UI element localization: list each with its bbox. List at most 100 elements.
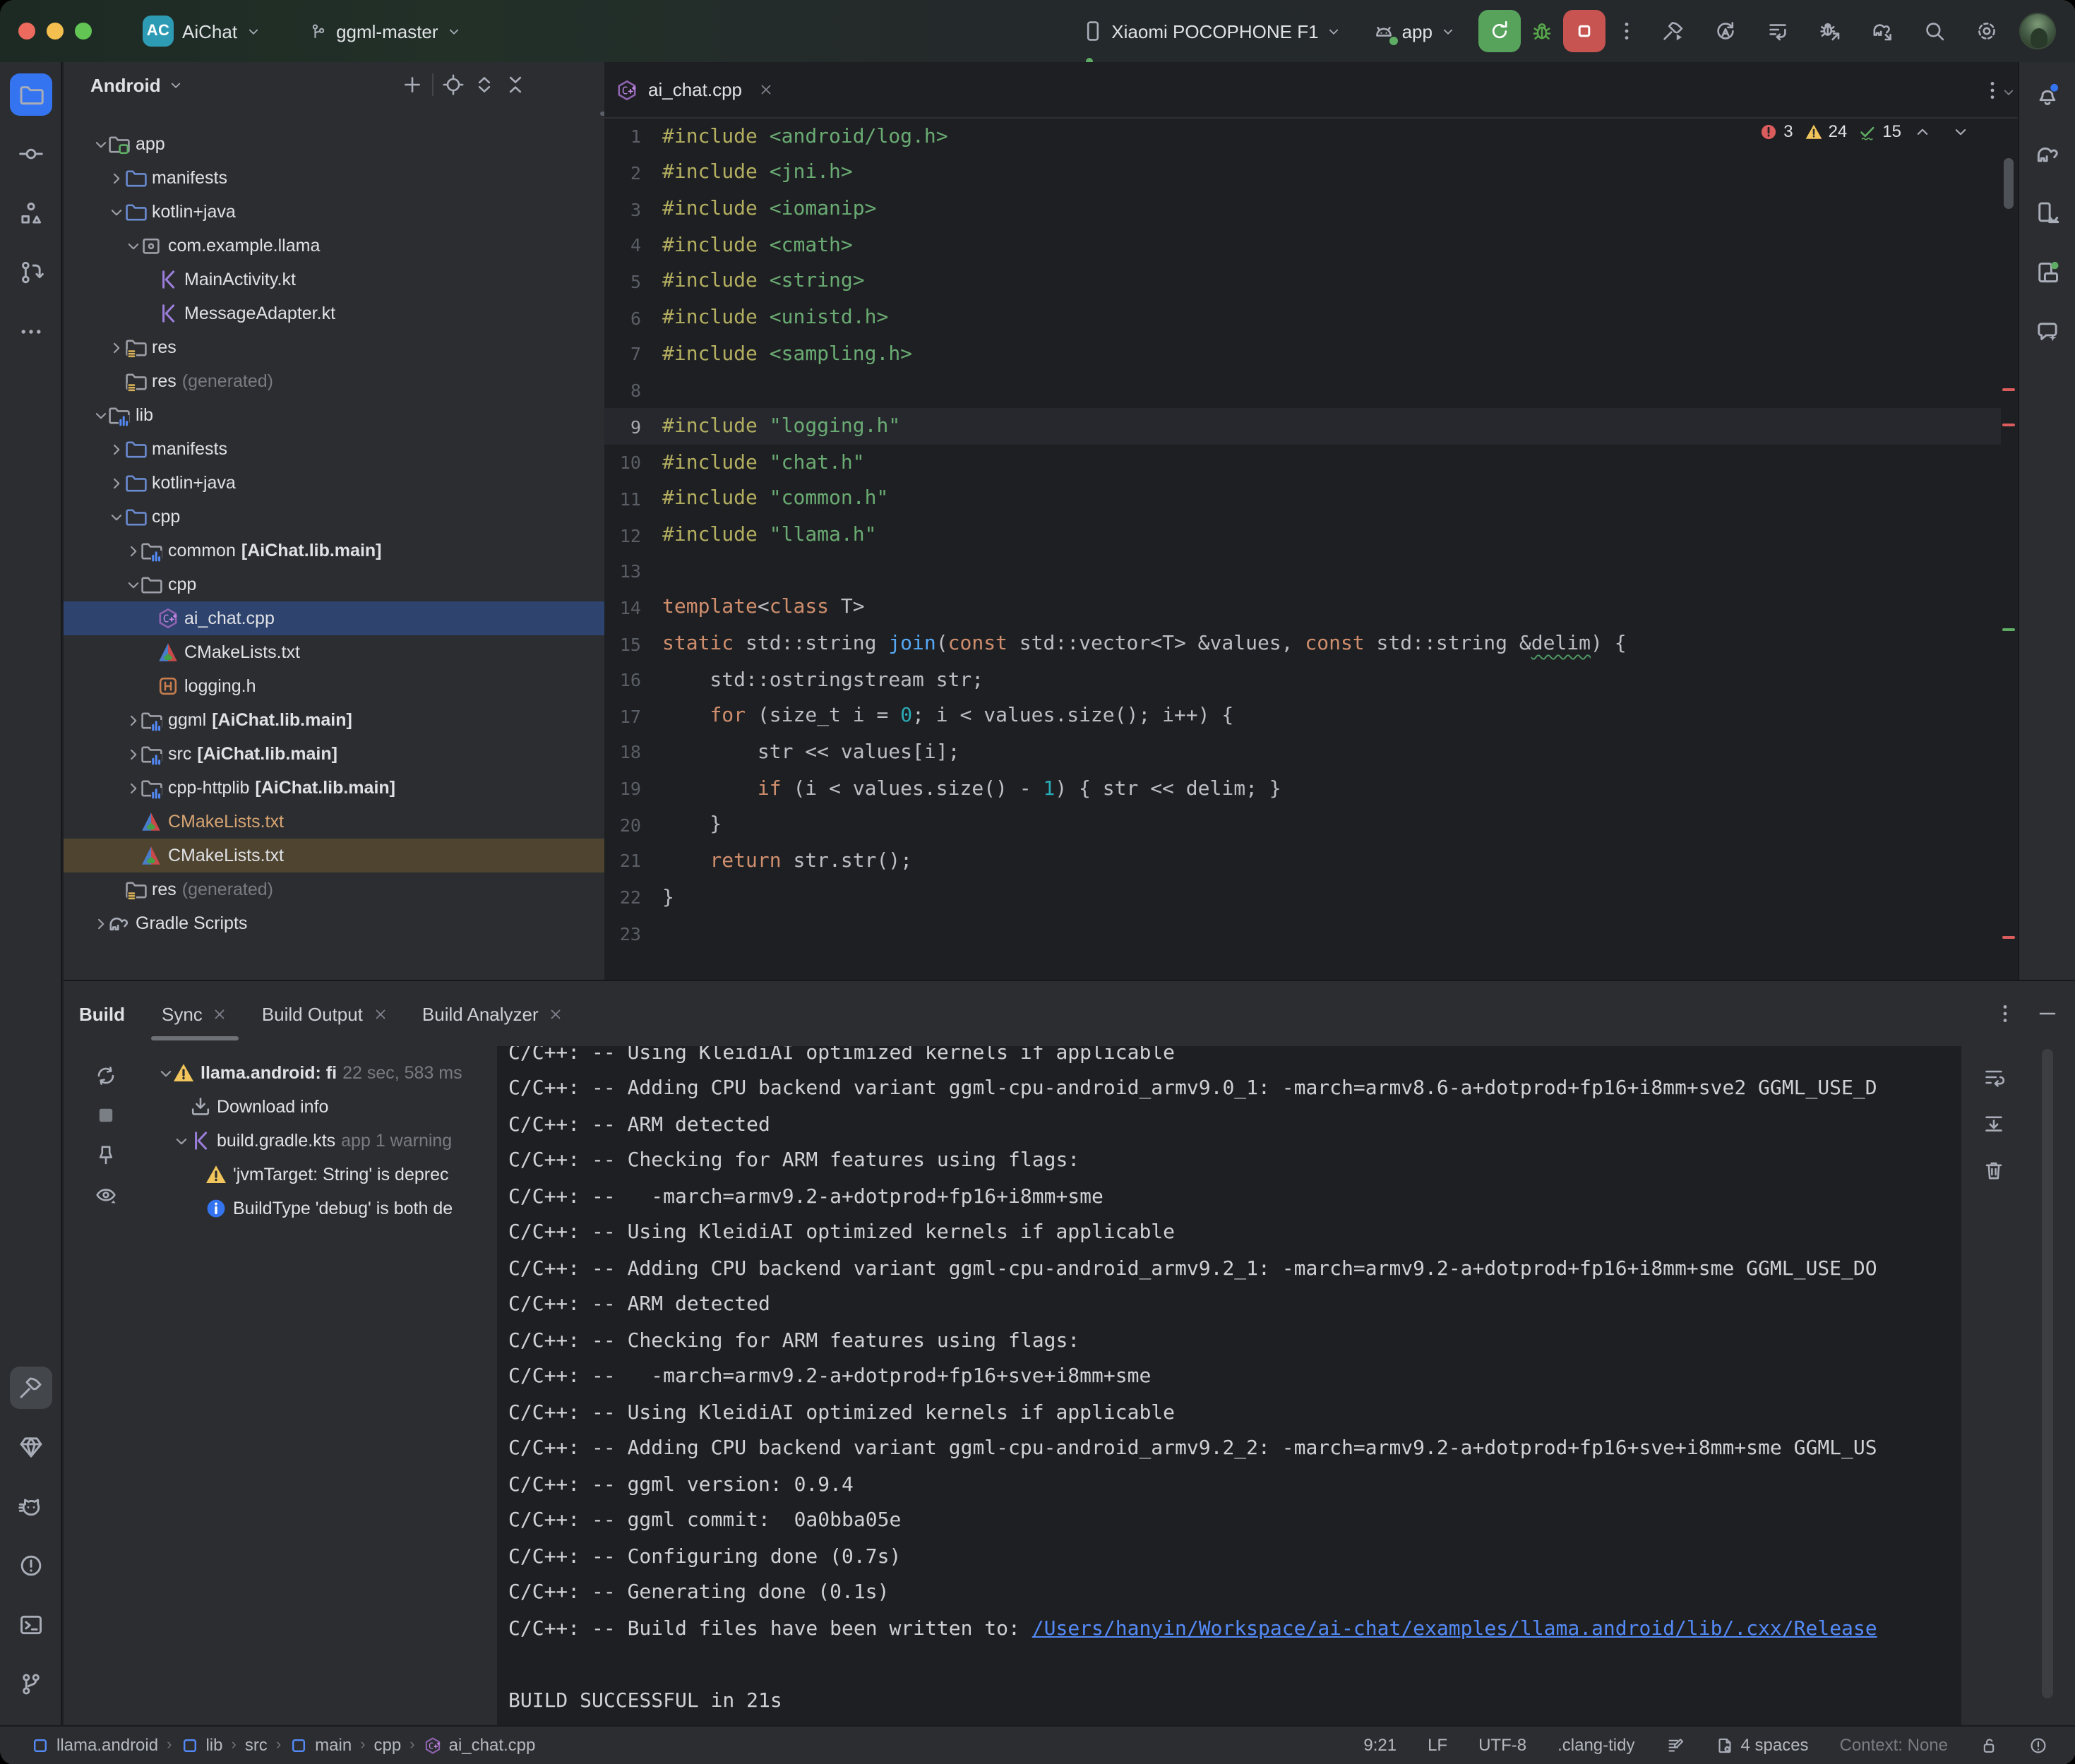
status-item--clang-tidy[interactable]: .clang-tidy bbox=[1549, 1727, 1643, 1764]
pin-icon[interactable] bbox=[88, 1136, 124, 1173]
tree-row[interactable]: res (generated) bbox=[64, 364, 604, 398]
close-tab-icon[interactable] bbox=[373, 1006, 388, 1021]
soft-wrap-icon[interactable] bbox=[1976, 1060, 2010, 1094]
tree-row[interactable]: src [AiChat.lib.main] bbox=[64, 737, 604, 771]
tree-row[interactable]: res (generated) bbox=[64, 872, 604, 906]
error-stripe-mark[interactable] bbox=[2002, 936, 2014, 939]
tree-row[interactable]: cpp-httplib [AiChat.lib.main] bbox=[64, 771, 604, 805]
preview-eye-icon[interactable] bbox=[88, 1176, 124, 1213]
editor-tab-ai-chat-cpp[interactable]: C ai_chat.cpp bbox=[604, 61, 787, 118]
project-view-selector[interactable]: Android bbox=[90, 74, 161, 95]
attach-debugger-icon[interactable] bbox=[1804, 10, 1856, 52]
build-tab-sync[interactable]: Sync bbox=[145, 981, 245, 1046]
stripe-chevron-icon[interactable] bbox=[2000, 85, 2016, 100]
tree-row[interactable]: 'jvmTarget: String' is deprec bbox=[148, 1158, 497, 1192]
maximize-window-button[interactable] bbox=[75, 23, 92, 40]
breadcrumb-item[interactable]: lib bbox=[180, 1736, 222, 1756]
tree-row[interactable]: MessageAdapter.kt bbox=[64, 296, 604, 330]
run-configuration-selector[interactable]: app bbox=[1373, 20, 1455, 42]
tool-stripe-terminal[interactable] bbox=[9, 1604, 52, 1646]
editor-error-stripe[interactable] bbox=[2000, 119, 2017, 980]
tree-row[interactable]: kotlin+java bbox=[64, 466, 604, 500]
build-output-path-link[interactable]: /Users/hanyin/Workspace/ai-chat/examples… bbox=[1032, 1618, 1877, 1640]
console-scrollbar-thumb[interactable] bbox=[2041, 1049, 2052, 1698]
tree-row[interactable]: logging.h bbox=[64, 669, 604, 703]
tree-row[interactable]: CMakeLists.txt bbox=[64, 805, 604, 839]
tree-row[interactable]: common [AiChat.lib.main] bbox=[64, 534, 604, 568]
tree-row[interactable]: BuildType 'debug' is both de bbox=[148, 1192, 497, 1225]
status-item[interactable] bbox=[2020, 1727, 2055, 1764]
run-more-actions[interactable] bbox=[1605, 10, 1647, 52]
tool-stripe-pull-requests[interactable] bbox=[9, 251, 52, 294]
rerun-button[interactable] bbox=[1478, 10, 1520, 52]
build-tab-build-analyzer[interactable]: Build Analyzer bbox=[405, 981, 581, 1046]
clear-trash-icon[interactable] bbox=[1976, 1153, 2010, 1187]
close-tab-icon[interactable] bbox=[549, 1006, 564, 1021]
tree-row[interactable]: Cai_chat.cpp bbox=[64, 601, 604, 635]
tool-stripe-build-hammer[interactable] bbox=[9, 1367, 52, 1409]
tool-stripe-problems[interactable] bbox=[9, 1544, 52, 1587]
status-item[interactable] bbox=[1658, 1727, 1693, 1764]
collapse-all-icon[interactable] bbox=[499, 69, 530, 100]
add-plus-icon[interactable] bbox=[396, 69, 427, 100]
build-options-kebab-icon[interactable] bbox=[1993, 1002, 2016, 1025]
status-item-context-none[interactable]: Context: None bbox=[1831, 1727, 1956, 1764]
close-tab-icon[interactable] bbox=[758, 82, 773, 97]
tree-row[interactable]: Gradle Scripts bbox=[64, 906, 604, 940]
tree-row[interactable]: CMakeLists.txt bbox=[64, 839, 604, 872]
tool-stripe-quality-gem[interactable] bbox=[9, 1426, 52, 1468]
tool-stripe-project-folder[interactable] bbox=[9, 73, 52, 116]
breadcrumb-item[interactable]: cpp bbox=[374, 1736, 402, 1756]
error-stripe-mark[interactable] bbox=[2002, 388, 2014, 391]
tree-row[interactable]: Download info bbox=[148, 1090, 497, 1124]
gradle-sync-icon[interactable] bbox=[1856, 10, 1908, 52]
tree-row[interactable]: CMakeLists.txt bbox=[64, 635, 604, 669]
code-editor[interactable]: 1#include <android/log.h>2#include <jni.… bbox=[604, 119, 2000, 980]
breadcrumb-item[interactable]: llama.android bbox=[31, 1736, 158, 1756]
tree-row[interactable]: build.gradle.kts app 1 warning bbox=[148, 1124, 497, 1158]
error-stripe-mark[interactable] bbox=[2002, 424, 2014, 426]
prev-problem-icon[interactable] bbox=[1913, 122, 1931, 140]
error-stripe-mark[interactable] bbox=[2002, 628, 2014, 631]
tool-stripe-more-horizontal[interactable] bbox=[9, 311, 52, 353]
tool-stripe-device-manager[interactable] bbox=[2026, 192, 2068, 234]
hide-minus-icon[interactable] bbox=[561, 69, 592, 100]
tool-stripe-commit[interactable] bbox=[9, 133, 52, 175]
tree-row[interactable]: com.example.llama bbox=[64, 229, 604, 263]
tree-row[interactable]: manifests bbox=[64, 432, 604, 466]
status-item-lf[interactable]: LF bbox=[1419, 1727, 1456, 1764]
tree-row[interactable]: app bbox=[64, 127, 604, 161]
tool-stripe-logcat-cat[interactable] bbox=[9, 1485, 52, 1528]
close-window-button[interactable] bbox=[18, 23, 35, 40]
build-console[interactable]: C/C++: -- Using KleidiAI optimized kerne… bbox=[497, 1046, 1961, 1725]
settings-gear-icon[interactable] bbox=[1961, 10, 2013, 52]
user-avatar[interactable] bbox=[2019, 13, 2055, 49]
project-selector[interactable]: AC AiChat bbox=[131, 10, 273, 52]
tree-row[interactable]: cpp bbox=[64, 500, 604, 534]
next-problem-icon[interactable] bbox=[1951, 122, 1969, 140]
status-item[interactable] bbox=[1971, 1727, 2006, 1764]
hide-build-panel-icon[interactable] bbox=[2035, 1002, 2058, 1025]
build-variants-icon[interactable] bbox=[1752, 10, 1804, 52]
tool-stripe-git-branch[interactable] bbox=[9, 1663, 52, 1705]
tree-row[interactable]: lib bbox=[64, 398, 604, 432]
tool-stripe-notifications-bell[interactable] bbox=[2026, 73, 2068, 116]
tree-row[interactable]: manifests bbox=[64, 161, 604, 195]
stop-square-gray-icon[interactable] bbox=[88, 1097, 124, 1134]
close-tab-icon[interactable] bbox=[213, 1006, 228, 1021]
status-item-4-spaces[interactable]: 4 spaces bbox=[1707, 1727, 1817, 1764]
breadcrumb-item[interactable]: Cai_chat.cpp bbox=[424, 1736, 536, 1756]
breadcrumb-item[interactable]: src bbox=[245, 1736, 268, 1756]
stop-button[interactable] bbox=[1562, 10, 1605, 52]
build-hammer-run-icon[interactable] bbox=[1647, 10, 1699, 52]
tree-row[interactable]: MainActivity.kt bbox=[64, 263, 604, 296]
status-item-9-21[interactable]: 9:21 bbox=[1355, 1727, 1405, 1764]
debug-button[interactable] bbox=[1520, 10, 1562, 52]
tool-stripe-gemini-chat[interactable] bbox=[2026, 311, 2068, 353]
status-item-utf-8[interactable]: UTF-8 bbox=[1470, 1727, 1535, 1764]
scroll-to-end-icon[interactable] bbox=[1976, 1107, 2010, 1141]
tool-stripe-gradle-elephant[interactable] bbox=[2026, 133, 2068, 175]
device-selector[interactable]: Xiaomi POCOPHONE F1 bbox=[1082, 20, 1341, 42]
tool-stripe-structure[interactable] bbox=[9, 192, 52, 234]
inspections-widget[interactable]: 3 24 15 bbox=[1759, 121, 1969, 141]
